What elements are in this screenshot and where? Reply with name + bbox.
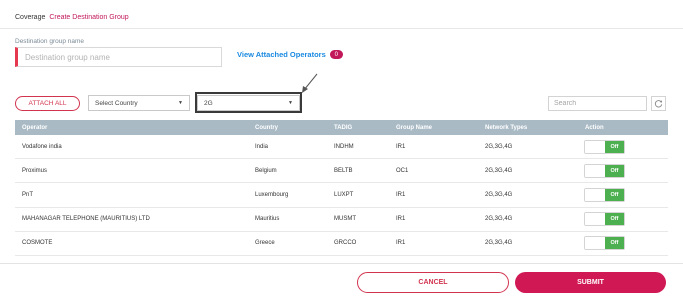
action-toggle[interactable]: Off [584,212,625,227]
country-cell: Greece [255,240,275,247]
group-name-cell: OC1 [396,167,409,174]
network-types-cell: 2G,3G,4G [485,167,513,174]
network-type-select-value: 2G [204,99,213,107]
country-cell: Belgium [255,167,277,174]
country-cell: India [255,143,269,150]
table-row: COSMOTE Greece GRCCO IR1 2G,3G,4G Off [15,232,668,256]
group-name-cell: IR1 [396,216,406,223]
group-name-cell: IR1 [396,191,406,198]
action-toggle[interactable]: Off [584,187,625,202]
toggle-state-label: Off [604,237,624,250]
country-select-value: Select Country [95,99,138,107]
column-header-action: Action [585,124,604,131]
action-toggle[interactable]: Off [584,139,625,154]
network-types-cell: 2G,3G,4G [485,143,513,150]
refresh-button[interactable] [651,96,666,111]
refresh-icon [654,100,663,108]
column-header-group-name: Group Name [396,124,433,131]
action-toggle[interactable]: Off [584,236,625,251]
chevron-down-icon: ▼ [288,100,293,106]
operator-cell: Vodafone india [22,143,62,150]
column-header-operator: Operator [22,124,48,131]
operator-cell: Proximus [22,167,48,174]
table-row: Vodafone india India INDHM IR1 2G,3G,4G … [15,135,668,160]
toggle-state-label: Off [604,164,624,177]
operator-cell: COSMOTE [22,240,53,247]
operators-table: Operator Country TADIG Group Name Networ… [15,120,668,256]
network-types-cell: 2G,3G,4G [485,191,513,198]
submit-button[interactable]: SUBMIT [515,272,666,293]
operator-cell: MAHANAGAR TELEPHONE (MAURITIUS) LTD [22,216,150,223]
column-header-tadig: TADIG [334,124,353,131]
table-row: PnT Luxembourg LUXPT IR1 2G,3G,4G Off [15,183,668,208]
tadig-cell: INDHM [334,143,354,150]
footer-divider [0,263,683,264]
tadig-cell: BELTB [334,167,353,174]
network-type-select[interactable]: 2G ▼ [197,95,300,111]
toggle-state-label: Off [604,140,624,153]
group-name-cell: IR1 [396,240,406,247]
country-cell: Luxembourg [255,191,289,198]
toggle-knob [585,237,605,250]
operator-cell: PnT [22,191,34,198]
table-row: MAHANAGAR TELEPHONE (MAURITIUS) LTD Maur… [15,208,668,232]
search-input[interactable] [548,96,647,111]
network-types-cell: 2G,3G,4G [485,216,513,223]
table-header: Operator Country TADIG Group Name Networ… [15,120,668,135]
toggle-state-label: Off [604,213,624,226]
country-cell: Mauritius [255,216,280,223]
tadig-cell: LUXPT [334,191,354,198]
country-select[interactable]: Select Country ▼ [88,95,190,111]
attach-all-button[interactable]: ATTACH ALL [15,96,80,111]
network-types-cell: 2G,3G,4G [485,240,513,247]
group-name-cell: IR1 [396,143,406,150]
chevron-down-icon: ▼ [178,100,183,106]
tadig-cell: GRCCO [334,240,357,247]
column-header-country: Country [255,124,278,131]
tadig-cell: MUSMT [334,216,356,223]
column-header-network-types: Network Types [485,124,528,131]
cancel-button[interactable]: CANCEL [357,272,509,293]
toggle-knob [585,213,605,226]
table-row: Proximus Belgium BELTB OC1 2G,3G,4G Off [15,159,668,184]
toggle-knob [585,164,605,177]
toggle-state-label: Off [604,188,624,201]
toggle-knob [585,140,605,153]
action-toggle[interactable]: Off [584,163,625,178]
toggle-knob [585,188,605,201]
